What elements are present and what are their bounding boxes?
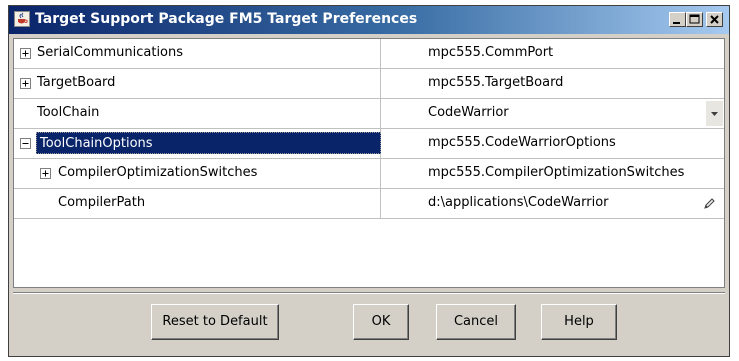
property-name-cell[interactable]: CompilerOptimizationSwitches	[14, 159, 381, 188]
property-name: SerialCommunications	[37, 45, 184, 60]
table-row[interactable]: CompilerPath d:\applications\CodeWarrior	[14, 189, 724, 219]
minimize-icon	[673, 22, 680, 24]
minimize-button[interactable]	[669, 12, 686, 27]
expand-icon[interactable]	[40, 168, 51, 179]
maximize-icon	[689, 14, 700, 24]
table-row[interactable]: ToolChainOptions mpc555.CodeWarriorOptio…	[14, 129, 724, 159]
cancel-button[interactable]: Cancel	[436, 304, 516, 340]
property-table: SerialCommunications mpc555.CommPort Tar…	[13, 38, 725, 288]
ok-button[interactable]: OK	[353, 304, 409, 340]
property-name-cell[interactable]: CompilerPath	[14, 189, 381, 218]
property-name-cell[interactable]: ToolChainOptions	[14, 129, 381, 158]
table-row[interactable]: CompilerOptimizationSwitches mpc555.Comp…	[14, 159, 724, 189]
property-value-cell[interactable]: mpc555.TargetBoard	[381, 69, 724, 98]
separator	[13, 292, 725, 294]
property-value: mpc555.TargetBoard	[428, 75, 564, 90]
java-cup-icon	[14, 11, 30, 27]
pencil-icon[interactable]	[702, 197, 716, 211]
property-value-cell[interactable]: mpc555.CommPort	[381, 39, 724, 68]
expand-icon[interactable]	[20, 48, 31, 59]
property-value: mpc555.CompilerOptimizationSwitches	[428, 165, 685, 180]
target-preferences-dialog: Target Support Package FM5 Target Prefer…	[8, 5, 730, 357]
selected-row-highlight: ToolChainOptions	[36, 132, 381, 154]
property-name-cell[interactable]: ToolChain	[14, 99, 381, 128]
property-name: CompilerOptimizationSwitches	[58, 165, 258, 180]
toolchain-dropdown-button[interactable]	[706, 101, 723, 126]
window-title: Target Support Package FM5 Target Prefer…	[35, 11, 418, 27]
property-value-cell[interactable]: CodeWarrior	[381, 99, 724, 128]
property-value: CodeWarrior	[428, 105, 509, 120]
expand-icon[interactable]	[20, 78, 31, 89]
property-name: ToolChain	[37, 105, 100, 120]
close-icon	[710, 15, 719, 24]
title-bar[interactable]: Target Support Package FM5 Target Prefer…	[9, 6, 729, 34]
table-row[interactable]: ToolChain CodeWarrior	[14, 99, 724, 129]
property-name: TargetBoard	[37, 75, 116, 90]
close-button[interactable]	[706, 12, 723, 27]
property-value: mpc555.CodeWarriorOptions	[428, 135, 616, 150]
table-row[interactable]: TargetBoard mpc555.TargetBoard	[14, 69, 724, 99]
property-value-cell[interactable]: d:\applications\CodeWarrior	[381, 189, 724, 218]
property-name: CompilerPath	[58, 195, 146, 210]
property-value: mpc555.CommPort	[428, 45, 554, 60]
chevron-down-icon	[711, 112, 718, 116]
property-value-cell[interactable]: mpc555.CodeWarriorOptions	[381, 129, 724, 158]
reset-to-default-button[interactable]: Reset to Default	[151, 304, 279, 340]
property-value: d:\applications\CodeWarrior	[428, 195, 609, 210]
property-name-cell[interactable]: SerialCommunications	[14, 39, 381, 68]
table-row[interactable]: SerialCommunications mpc555.CommPort	[14, 39, 724, 69]
maximize-button[interactable]	[686, 12, 703, 27]
property-name-cell[interactable]: TargetBoard	[14, 69, 381, 98]
collapse-icon[interactable]	[20, 138, 31, 149]
property-value-cell[interactable]: mpc555.CompilerOptimizationSwitches	[381, 159, 724, 188]
help-button[interactable]: Help	[541, 304, 617, 340]
property-name: ToolChainOptions	[40, 136, 153, 151]
